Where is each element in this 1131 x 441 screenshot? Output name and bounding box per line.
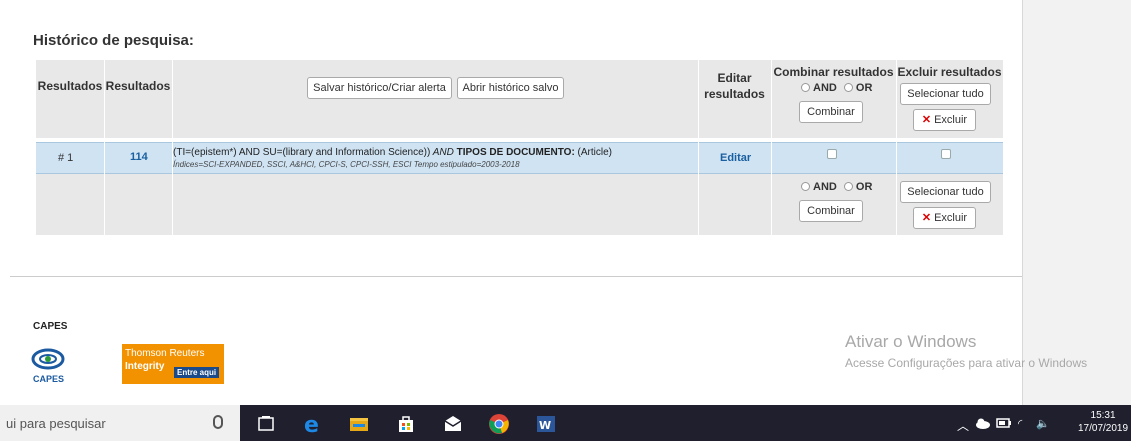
query-type-value: (Article) [574, 147, 613, 158]
screen: Histórico de pesquisa: Resultados Result… [0, 0, 1131, 441]
query-main: (TI=(epistem*) AND SU=(library and Infor… [173, 147, 431, 158]
footer-divider [10, 276, 1022, 277]
or-label: OR [855, 181, 873, 193]
combine-button-top[interactable]: Combinar [799, 101, 863, 123]
delete-x-icon: ✕ [921, 212, 932, 224]
header-results-2: Resultados [105, 79, 171, 93]
taskbar-clock[interactable]: 15:31 17/07/2019 [1078, 409, 1128, 435]
delete-button-bottom[interactable]: ✕ Excluir [913, 207, 976, 229]
table-header-row: Resultados Resultados Salvar histórico/C… [36, 60, 1003, 138]
and-radio[interactable] [801, 182, 810, 191]
taskbar: ui para pesquisar e W ︿ ◜ 🔈 15:31 17/07/… [0, 405, 1131, 441]
search-placeholder: ui para pesquisar [6, 416, 106, 431]
select-all-button-top[interactable]: Selecionar tudo [900, 83, 991, 105]
word-icon[interactable]: W [535, 413, 557, 435]
column-divider [698, 60, 699, 235]
delete-label: Excluir [934, 114, 968, 126]
header-delete-results: Excluir resultados [897, 65, 1002, 79]
query-text: (TI=(epistem*) AND SU=(library and Infor… [173, 147, 612, 158]
edge-browser-icon[interactable]: e [302, 413, 324, 435]
header-edit-results: Editar resultados [704, 71, 765, 101]
store-icon[interactable] [395, 413, 417, 435]
delete-button-top[interactable]: ✕ Excluir [913, 109, 976, 131]
delete-x-icon: ✕ [921, 114, 932, 126]
table-footer-row: AND OR Combinar Selecionar tudo ✕ Excluir [36, 174, 1003, 235]
set-number: # 1 [58, 152, 74, 164]
onedrive-icon[interactable] [975, 416, 991, 430]
column-divider [771, 60, 772, 235]
or-radio[interactable] [843, 83, 853, 92]
or-radio[interactable] [843, 182, 853, 191]
and-radio[interactable] [801, 83, 810, 92]
activate-windows-title: Ativar o Windows [845, 332, 977, 351]
and-label: AND [813, 82, 837, 94]
tr-enter-link[interactable]: Entre aqui [174, 367, 220, 378]
capes-logo-text: CAPES [33, 374, 65, 384]
page-left-margin [0, 0, 10, 405]
clock-date: 17/07/2019 [1078, 423, 1129, 434]
table-row: # 1 114 (TI=(epistem*) AND SU=(library a… [36, 142, 1003, 174]
microphone-icon[interactable] [213, 415, 223, 429]
capes-label: CAPES [33, 321, 68, 332]
save-history-button[interactable]: Salvar histórico/Criar alerta [307, 77, 452, 99]
svg-text:e: e [304, 413, 319, 435]
combine-button-bottom[interactable]: Combinar [799, 200, 863, 222]
query-indices: Índices=SCI-EXPANDED, SSCI, A&HCI, CPCI-… [173, 160, 520, 169]
chevron-up-icon[interactable]: ︿ [957, 417, 969, 434]
query-and: AND [430, 147, 457, 158]
wifi-icon[interactable]: ◜ [1018, 417, 1022, 430]
activate-windows-subtitle: Acesse Configurações para ativar o Windo… [845, 356, 1088, 370]
select-all-button-bottom[interactable]: Selecionar tudo [900, 181, 991, 203]
combine-checkbox[interactable] [827, 149, 837, 159]
header-combine-results: Combinar resultados [773, 65, 894, 79]
mail-icon[interactable] [442, 413, 464, 435]
page-right-margin [1022, 0, 1131, 405]
result-count-link[interactable]: 114 [130, 151, 148, 163]
clock-time: 15:31 [1090, 410, 1116, 421]
history-title: Histórico de pesquisa: [33, 32, 194, 49]
query-type-label: TIPOS DE DOCUMENTO: [456, 147, 575, 158]
column-divider [104, 60, 105, 235]
volume-icon[interactable]: 🔈 [1036, 417, 1050, 430]
or-label: OR [855, 82, 873, 94]
tr-line2: Integrity [125, 361, 165, 372]
task-view-icon[interactable] [255, 413, 277, 435]
thomson-reuters-banner[interactable]: Thomson Reuters Integrity Entre aqui [122, 344, 224, 384]
column-divider [896, 60, 897, 235]
edit-link[interactable]: Editar [720, 152, 751, 164]
open-saved-history-button[interactable]: Abrir histórico salvo [457, 77, 564, 99]
file-explorer-icon[interactable] [348, 413, 370, 435]
and-label: AND [813, 181, 837, 193]
combine-radio-group-top: AND OR [801, 82, 872, 94]
battery-icon[interactable] [996, 416, 1012, 430]
combine-radio-group-bottom: AND OR [801, 181, 872, 193]
column-divider [172, 60, 173, 235]
tr-line1: Thomson Reuters [125, 348, 205, 359]
chrome-icon[interactable] [488, 413, 510, 435]
svg-text:W: W [539, 419, 551, 432]
taskbar-search-box[interactable]: ui para pesquisar [0, 405, 240, 441]
delete-label: Excluir [934, 212, 968, 224]
delete-checkbox[interactable] [941, 149, 951, 159]
header-results-1: Resultados [37, 79, 103, 93]
